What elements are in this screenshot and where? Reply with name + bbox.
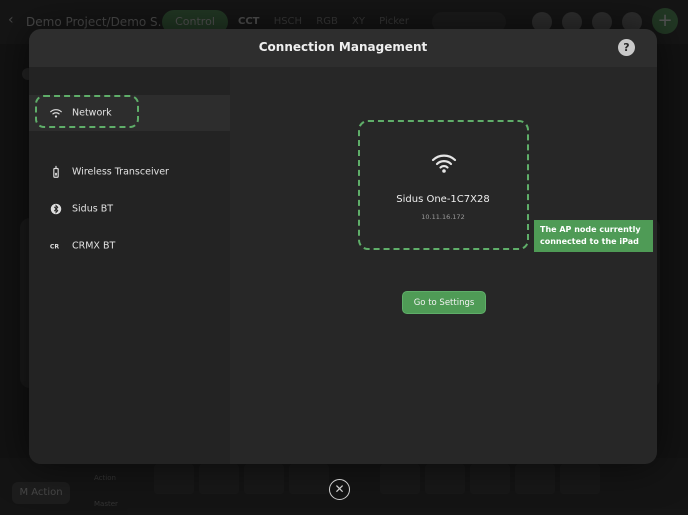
bluetooth-icon — [50, 203, 62, 215]
channel-cell[interactable] — [199, 464, 239, 494]
action-button[interactable]: M Action — [12, 482, 70, 504]
dialog-header: Connection Management ? — [29, 29, 657, 67]
node-name: Sidus One-1C7X28 — [396, 194, 490, 205]
channel-cell[interactable] — [154, 464, 194, 494]
channel-cell[interactable] — [380, 464, 420, 494]
tab-rgb[interactable]: RGB — [316, 16, 338, 27]
sidebar-item-wireless-transceiver[interactable]: Wireless Transceiver — [29, 154, 230, 190]
wifi-signal-icon — [431, 154, 457, 173]
sidebar-item-label: CRMX BT — [72, 240, 116, 252]
channel-cell[interactable] — [289, 464, 329, 494]
close-icon[interactable]: ✕ — [329, 479, 350, 500]
network-detail-panel: Sidus One-1C7X28 10.11.16.172 Go to Sett… — [230, 67, 657, 464]
dialog-title: Connection Management — [258, 40, 428, 54]
go-to-settings-button[interactable]: Go to Settings — [402, 291, 486, 314]
master-label: Master — [94, 500, 118, 508]
sidebar-item-label: Sidus BT — [72, 203, 114, 215]
crmx-icon: CR — [50, 244, 59, 251]
sidebar-item-sidus-bt[interactable]: Sidus BT — [29, 191, 230, 227]
mode-tabs: CCT HSCH RGB XY Picker — [238, 16, 420, 27]
tab-xy[interactable]: XY — [352, 16, 365, 27]
project-title[interactable]: Demo Project/Demo S... — [26, 15, 169, 29]
channel-cell[interactable] — [560, 464, 600, 494]
channel-cell[interactable] — [244, 464, 284, 494]
ap-node-callout: The AP node currently connected to the i… — [534, 220, 653, 252]
node-ip-address: 10.11.16.172 — [421, 213, 465, 221]
tab-hsch[interactable]: HSCH — [274, 16, 302, 27]
sidebar-item-label: Wireless Transceiver — [72, 166, 169, 178]
transceiver-icon — [53, 165, 59, 178]
network-highlight — [35, 95, 139, 128]
connected-node-card[interactable]: Sidus One-1C7X28 10.11.16.172 — [358, 120, 529, 250]
channel-cell[interactable] — [470, 464, 510, 494]
svg-text:CR: CR — [50, 244, 59, 251]
sidebar-item-crmx-bt[interactable]: CR CRMX BT — [29, 228, 230, 264]
help-icon[interactable]: ? — [618, 39, 635, 56]
tab-cct[interactable]: CCT — [238, 16, 260, 27]
action-label: Action — [94, 474, 116, 482]
tab-picker[interactable]: Picker — [379, 16, 409, 27]
channel-cell[interactable] — [515, 464, 555, 494]
channel-cell[interactable] — [425, 464, 465, 494]
connection-type-sidebar: Network Wireless Transceiver Sidus BT CR… — [29, 67, 230, 464]
back-chevron-icon[interactable]: ‹ — [8, 12, 14, 28]
